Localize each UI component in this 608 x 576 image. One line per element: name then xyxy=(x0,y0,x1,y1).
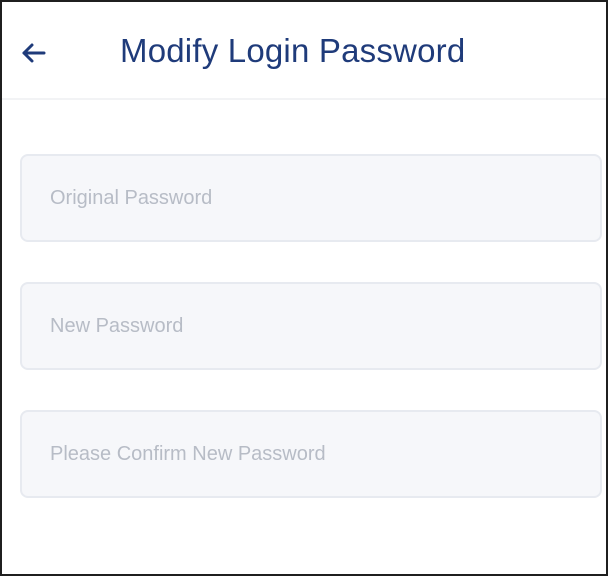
page-title: Modify Login Password xyxy=(120,32,466,69)
confirm-password-field xyxy=(20,410,602,498)
confirm-password-input[interactable] xyxy=(22,412,600,496)
new-password-input[interactable] xyxy=(22,284,600,368)
back-button[interactable] xyxy=(16,36,50,70)
header: Modify Login Password xyxy=(2,2,606,100)
app-window: Modify Login Password xyxy=(0,0,608,576)
original-password-field xyxy=(20,154,602,242)
back-arrow-icon xyxy=(22,43,46,63)
new-password-field xyxy=(20,282,602,370)
original-password-input[interactable] xyxy=(22,156,600,240)
password-form xyxy=(20,154,602,538)
